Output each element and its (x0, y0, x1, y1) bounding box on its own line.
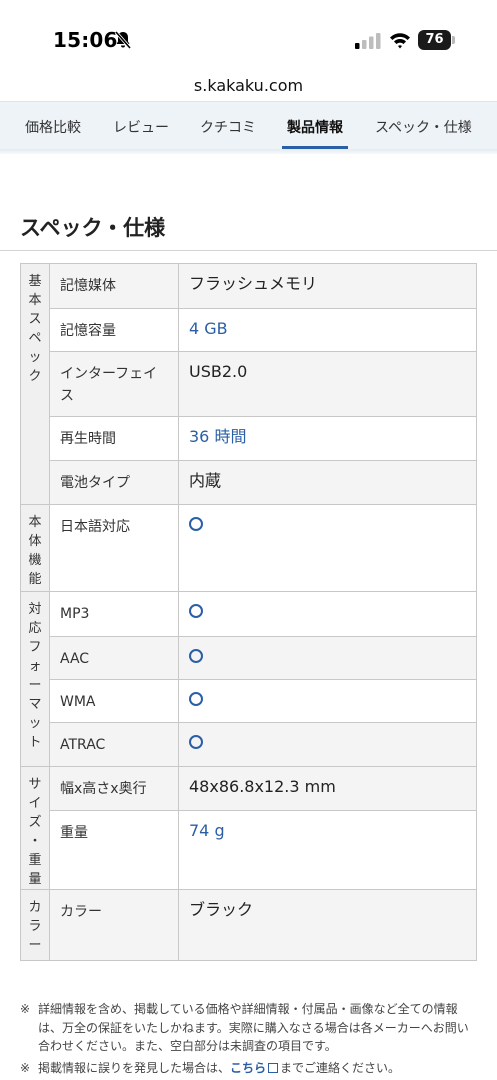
spec-key: 日本語対応 (49, 504, 179, 592)
spec-value-link[interactable]: 36 時間 (178, 416, 477, 461)
spec-value-link[interactable]: 74 g (178, 810, 477, 890)
supported-circle-icon (189, 649, 203, 663)
supported-circle-icon (189, 692, 203, 706)
category-formats: 対応フォーマット (20, 591, 50, 767)
footnotes: ※ 詳細情報を含め、掲載している価格や詳細情報・付属品・画像など全ての情報は、万… (20, 1000, 480, 1080)
spec-key: MP3 (49, 591, 179, 637)
status-bar: 15:06 76 (0, 0, 497, 72)
status-time: 15:06 (53, 28, 118, 52)
spec-key: ATRAC (49, 722, 179, 767)
spec-key: 記憶容量 (49, 308, 179, 352)
address-bar-url[interactable]: s.kakaku.com (0, 76, 497, 95)
cell-signal-icon (355, 33, 381, 49)
spec-key: 再生時間 (49, 416, 179, 461)
spec-key: インターフェイス (49, 351, 179, 417)
battery-level: 76 (418, 30, 451, 50)
tab-price-compare[interactable]: 価格比較 (25, 117, 81, 137)
supported-circle-icon (189, 517, 203, 531)
spec-key: AAC (49, 636, 179, 680)
tab-specs[interactable]: スペック・仕様 (375, 117, 472, 137)
tab-kuchikomi[interactable]: クチコミ (200, 117, 256, 137)
spec-table: 基本スペック 記憶媒体 フラッシュメモリ 記憶容量 4 GB インターフェイス … (20, 263, 477, 961)
supported-circle-icon (189, 735, 203, 749)
category-size-weight: サイズ・重量 (20, 766, 50, 890)
category-color: カラー (20, 889, 50, 961)
spec-key: WMA (49, 679, 179, 723)
tab-product-info[interactable]: 製品情報 (287, 117, 343, 137)
spec-value: 内蔵 (178, 460, 477, 505)
product-tabs: 価格比較 レビュー クチコミ 製品情報 スペック・仕様 (0, 101, 497, 150)
spec-value: USB2.0 (178, 351, 477, 417)
spec-value: フラッシュメモリ (178, 263, 477, 309)
spec-key: 記憶媒体 (49, 263, 179, 309)
category-functions: 本体機能 (20, 504, 50, 592)
spec-value: 48x86.8x12.3 mm (178, 765, 477, 812)
spec-value: ブラック (178, 889, 477, 961)
spec-key: カラー (49, 889, 179, 961)
tab-reviews[interactable]: レビュー (113, 117, 169, 137)
external-link-icon (268, 1062, 279, 1073)
supported-circle-icon (189, 604, 203, 618)
divider (0, 250, 497, 251)
spec-value-link[interactable]: 4 GB (178, 308, 477, 352)
spec-key: 重量 (49, 810, 179, 890)
spec-key: 幅x高さx奥行 (49, 765, 179, 812)
contact-link[interactable]: こちら (230, 1061, 266, 1075)
silent-bell-icon (114, 30, 132, 50)
section-title: スペック・仕様 (20, 216, 166, 240)
spec-key: 電池タイプ (49, 460, 179, 505)
footnote: ※ 掲載情報に誤りを発見した場合は、こちら までご連絡ください。 (20, 1060, 401, 1075)
battery-icon: 76 (418, 30, 456, 50)
wifi-icon (390, 33, 410, 49)
category-basic: 基本スペック (20, 263, 50, 505)
footnote: ※ 詳細情報を含め、掲載している価格や詳細情報・付属品・画像など全ての情報は、万… (20, 1002, 469, 1053)
